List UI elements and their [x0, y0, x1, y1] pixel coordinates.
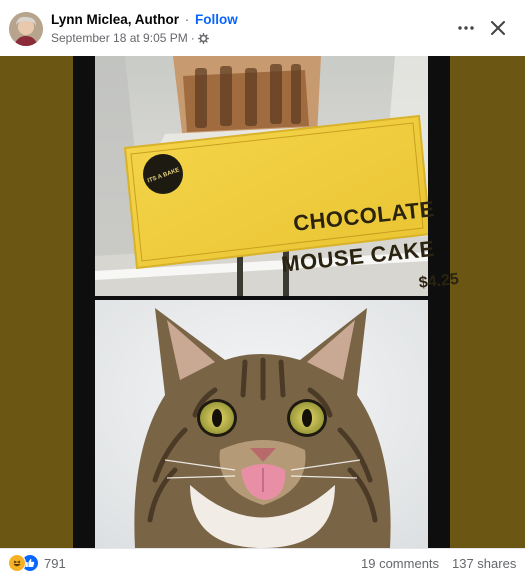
sign-price: $4.25 — [418, 270, 460, 292]
cat-photo — [95, 300, 428, 548]
post-photo[interactable]: ITS A BAKE CHOCOLATE MOUSE CAKE $4.25 — [0, 56, 525, 548]
post-timestamp[interactable]: September 18 at 9:05 PM — [51, 31, 188, 45]
more-icon — [458, 26, 474, 30]
gear-icon[interactable] — [197, 32, 209, 44]
haha-icon — [8, 554, 26, 572]
post-meta: September 18 at 9:05 PM · — [51, 31, 209, 45]
close-button[interactable] — [484, 14, 512, 42]
follow-button[interactable]: Follow — [195, 12, 238, 27]
reaction-count: 791 — [44, 555, 66, 571]
comments-count-link[interactable]: 19 comments — [361, 556, 439, 571]
author-line: Lynn Miclea, Author · Follow — [51, 12, 238, 27]
author-name[interactable]: Lynn Miclea, Author — [51, 12, 179, 27]
more-options-button[interactable] — [452, 14, 480, 42]
reactions-summary[interactable]: 791 — [8, 554, 66, 572]
meta-separator: · — [190, 31, 195, 45]
photo-frame: ITS A BAKE CHOCOLATE MOUSE CAKE $4.25 — [73, 56, 460, 548]
name-separator: · — [184, 12, 190, 27]
shares-count-link[interactable]: 137 shares — [452, 556, 516, 571]
post-header: Lynn Miclea, Author · Follow September 1… — [0, 0, 525, 56]
close-icon — [491, 21, 505, 35]
post-footer: 791 19 comments 137 shares — [0, 548, 525, 576]
author-avatar[interactable] — [9, 12, 43, 46]
cat-licking-image — [95, 300, 428, 548]
